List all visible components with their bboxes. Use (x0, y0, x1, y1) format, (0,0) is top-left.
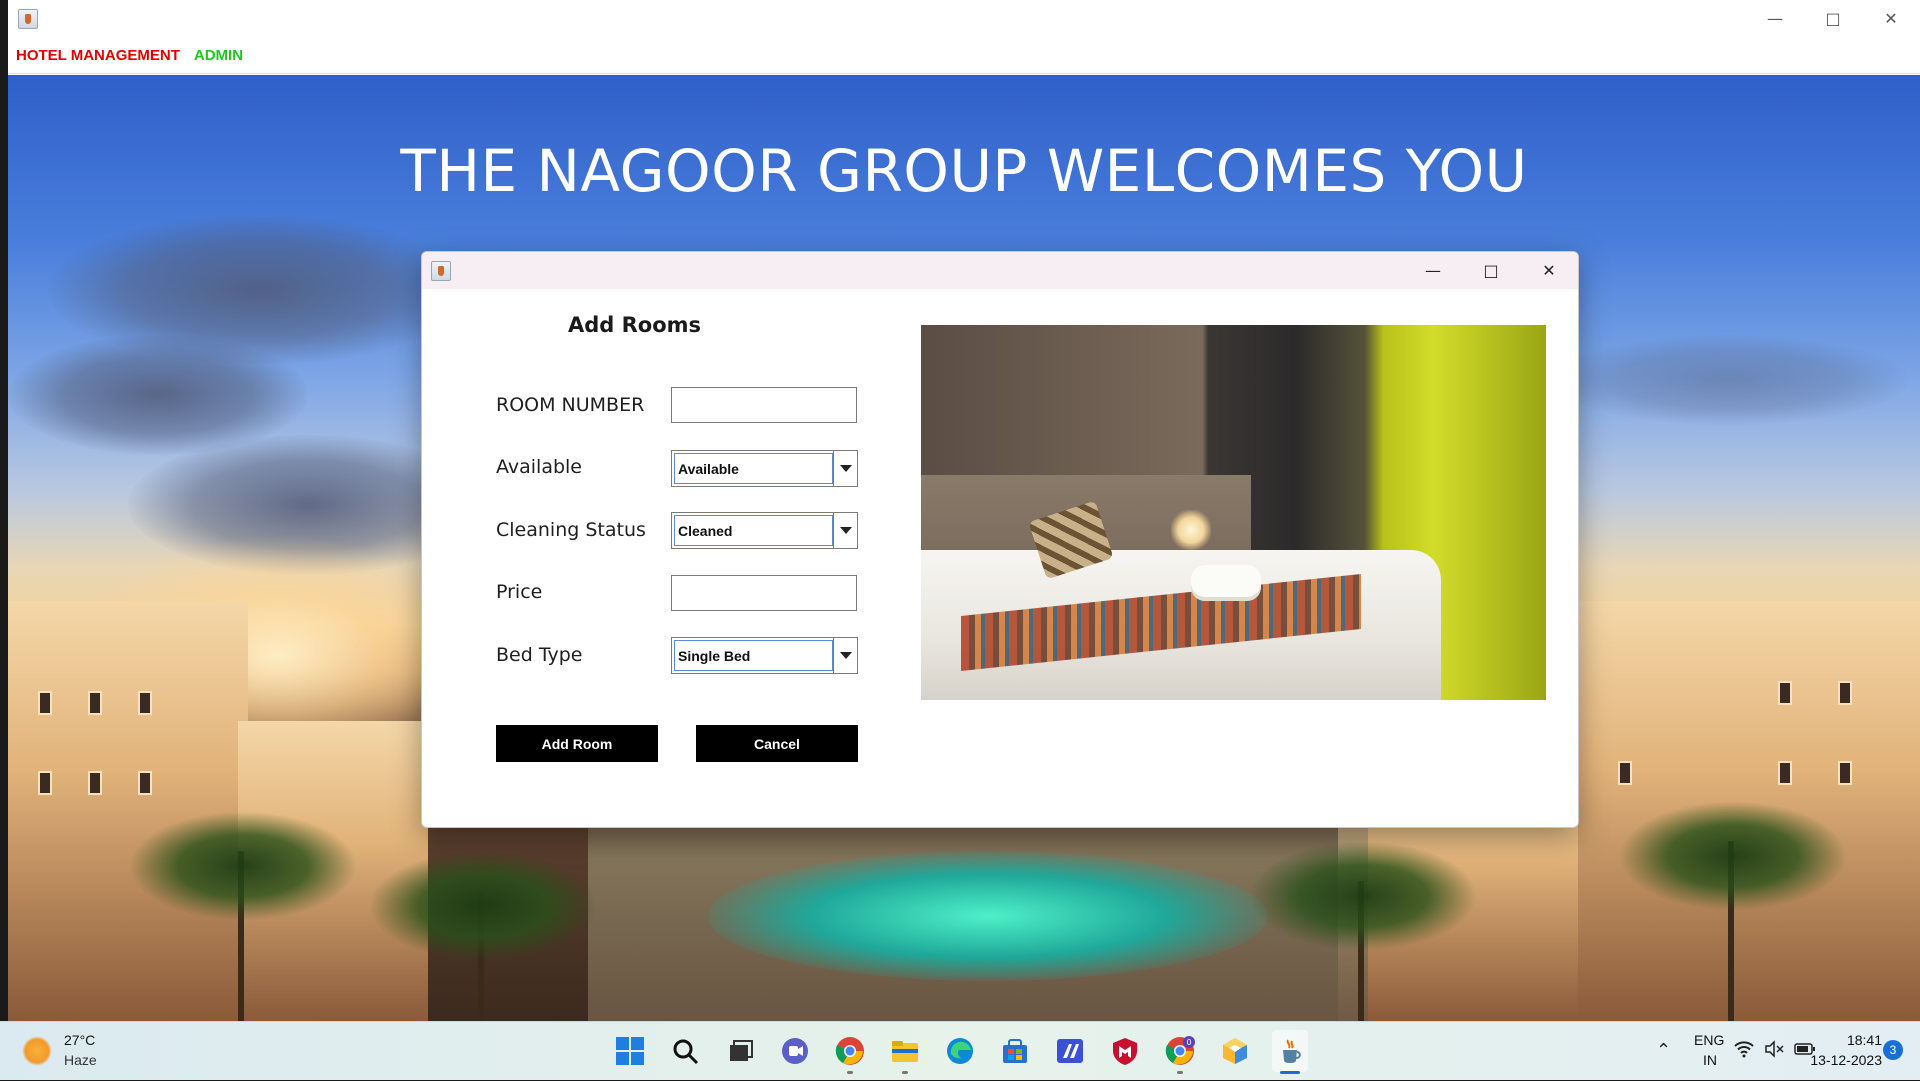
minimize-icon[interactable]: — (1404, 252, 1462, 289)
price-label: Price (496, 581, 543, 603)
room-photo (921, 325, 1546, 700)
mcafee-icon[interactable] (1107, 1030, 1143, 1072)
start-icon[interactable] (612, 1030, 648, 1072)
main-window-controls: — □ ✕ (1746, 0, 1920, 36)
dropdown-arrow-icon[interactable] (833, 451, 857, 486)
maximize-icon[interactable]: □ (1462, 252, 1520, 289)
bed-type-label: Bed Type (496, 644, 583, 666)
available-selected-value: Available (674, 453, 833, 484)
menu-hotel-management[interactable]: HOTEL MANAGEMENT (16, 47, 180, 64)
cleaning-status-selected-value: Cleaned (674, 515, 833, 546)
maximize-icon[interactable]: □ (1804, 0, 1862, 36)
clock-date[interactable]: 13-12-2023 (1789, 1052, 1882, 1068)
wifi-icon[interactable] (1734, 1040, 1754, 1062)
java-app-icon (18, 9, 38, 29)
java-icon[interactable] (1272, 1030, 1308, 1074)
svg-text:0: 0 (1186, 1038, 1191, 1047)
available-label: Available (496, 456, 583, 478)
clock-time[interactable]: 18:41 (1824, 1032, 1882, 1048)
cleaning-status-label: Cleaning Status (496, 519, 646, 541)
close-icon[interactable]: ✕ (1862, 0, 1920, 36)
teams-icon[interactable] (777, 1030, 813, 1072)
search-icon[interactable] (667, 1030, 703, 1072)
weather-sun-icon[interactable] (22, 1036, 52, 1066)
menubar: HOTEL MANAGEMENT ADMIN (8, 38, 1920, 74)
edge-icon[interactable] (942, 1030, 978, 1072)
dialog-window-controls: — □ ✕ (1404, 252, 1578, 289)
bed-type-selected-value: Single Bed (674, 640, 833, 671)
menu-admin[interactable]: ADMIN (194, 47, 243, 64)
minimize-icon[interactable]: — (1746, 0, 1804, 36)
main-titlebar: — □ ✕ (8, 0, 1920, 36)
available-combo[interactable]: Available (671, 450, 858, 487)
weather-condition[interactable]: Haze (64, 1052, 97, 1068)
pen-app-icon[interactable] (1052, 1030, 1088, 1072)
speaker-muted-icon[interactable] (1764, 1040, 1784, 1062)
notification-badge[interactable]: 3 (1883, 1040, 1903, 1060)
taskbar-pinned-apps: 0 (612, 1030, 1308, 1074)
price-field[interactable] (671, 575, 857, 611)
taskbar: 27°C Haze 0 ⌃ ENG IN 18:41 13-12-2023 3 (0, 1021, 1920, 1080)
task-view-icon[interactable] (722, 1030, 758, 1072)
chrome-icon[interactable] (832, 1030, 868, 1074)
cancel-button[interactable]: Cancel (696, 725, 858, 762)
java-app-icon (431, 261, 451, 281)
dialog-heading: Add Rooms (568, 313, 702, 337)
chrome-profile-icon[interactable]: 0 (1162, 1030, 1198, 1074)
add-room-button[interactable]: Add Room (496, 725, 658, 762)
dialog-titlebar: — □ ✕ (422, 252, 1578, 289)
store-icon[interactable] (997, 1030, 1033, 1072)
file-explorer-icon[interactable] (887, 1030, 923, 1074)
cube-app-icon[interactable] (1217, 1030, 1253, 1072)
weather-temperature[interactable]: 27°C (64, 1032, 95, 1048)
welcome-heading: THE NAGOOR GROUP WELCOMES YOU (400, 137, 1528, 205)
language-indicator[interactable]: ENG (1694, 1032, 1724, 1048)
room-number-label: ROOM NUMBER (496, 394, 645, 416)
language-region[interactable]: IN (1703, 1052, 1717, 1068)
close-icon[interactable]: ✕ (1520, 252, 1578, 289)
cleaning-status-combo[interactable]: Cleaned (671, 512, 858, 549)
chevron-up-icon[interactable]: ⌃ (1656, 1040, 1671, 1061)
dropdown-arrow-icon[interactable] (833, 513, 857, 548)
bed-type-combo[interactable]: Single Bed (671, 637, 858, 674)
room-number-field[interactable] (671, 387, 857, 423)
dropdown-arrow-icon[interactable] (833, 638, 857, 673)
